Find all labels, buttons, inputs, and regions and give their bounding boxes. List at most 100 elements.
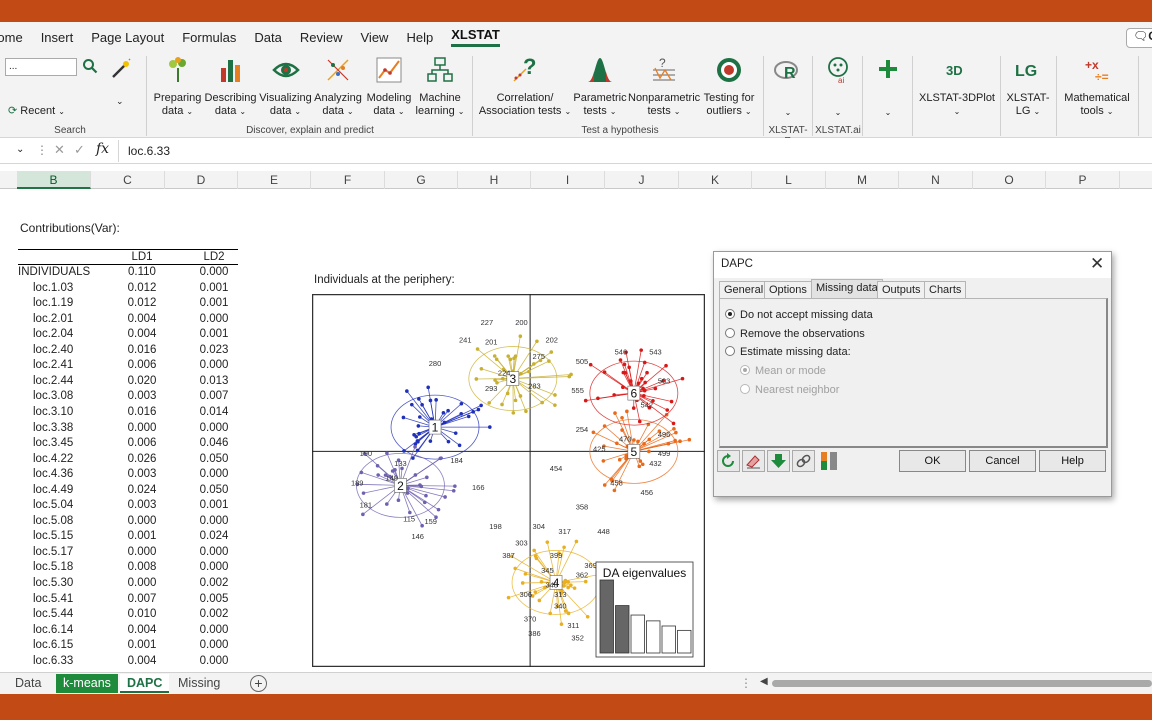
analyzing-data-button[interactable]: Analyzing data ⌄: [312, 56, 364, 118]
cancel-button[interactable]: Cancel: [969, 450, 1036, 472]
row-ld1-value: 0.020: [127, 374, 157, 387]
xlstat-r-button[interactable]: R ⌄: [770, 56, 806, 119]
menu-help[interactable]: Help: [406, 30, 433, 45]
menu-page-layout[interactable]: Page Layout: [91, 30, 164, 45]
recent-dropdown[interactable]: ⟳ Recent ⌄: [8, 104, 65, 117]
download-button[interactable]: [767, 450, 790, 472]
menu-formulas[interactable]: Formulas: [182, 30, 236, 45]
column-header-e[interactable]: E: [238, 171, 311, 189]
xlstat-lg-button[interactable]: LG XLSTAT- LG ⌄: [1004, 56, 1052, 118]
data-point: [591, 430, 596, 435]
visualizing-data-button[interactable]: Visualizing data ⌄: [258, 56, 313, 118]
menu-xlstat[interactable]: XLSTAT: [451, 27, 500, 47]
add-feature-button[interactable]: ⌄: [870, 56, 906, 119]
preparing-data-button[interactable]: Preparing data ⌄: [150, 56, 205, 118]
formula-input[interactable]: loc.6.33: [118, 140, 1152, 162]
nonparametric-tests-button[interactable]: ? Nonparametric tests ⌄: [628, 56, 700, 118]
menu-review[interactable]: Review: [300, 30, 343, 45]
testing-outliers-button[interactable]: Testing for outliers ⌄: [700, 56, 758, 118]
describing-data-label-2: data: [214, 105, 237, 117]
data-point: [476, 407, 481, 412]
xlstat-ai-button[interactable]: ai ⌄: [820, 56, 856, 119]
insert-function-icon[interactable]: fx: [96, 141, 109, 157]
dapc-scatter-chart[interactable]: 123456227 200241 201 202280275224293 2831901…: [312, 294, 705, 667]
scroll-left-icon[interactable]: ◀: [760, 676, 768, 687]
close-icon[interactable]: ✕: [1090, 254, 1104, 274]
menu-home[interactable]: Home: [0, 30, 23, 45]
tab-general[interactable]: General: [719, 281, 769, 299]
correlation-tests-button[interactable]: ? Correlation/ Association tests ⌄: [478, 54, 572, 118]
row-ld2-value: 0.007: [199, 390, 229, 403]
option-remove-observations[interactable]: Remove the observations: [725, 328, 865, 340]
column-header-n[interactable]: N: [899, 171, 973, 189]
link-button[interactable]: [792, 450, 815, 472]
confirm-formula-icon[interactable]: ✓: [74, 142, 85, 158]
point-label: 227: [481, 318, 494, 327]
name-box-dropdown-icon[interactable]: ⌄: [16, 144, 24, 155]
row-ld1-value: 0.004: [127, 623, 157, 636]
option-estimate-missing[interactable]: Estimate missing data:: [725, 346, 851, 358]
menu-insert[interactable]: Insert: [41, 30, 74, 45]
column-header-p[interactable]: P: [1046, 171, 1120, 189]
row-ld2-value: 0.023: [199, 343, 229, 356]
bar-chart-icon[interactable]: [818, 450, 844, 472]
machine-learning-button[interactable]: Machine learning ⌄: [414, 56, 466, 118]
sheet-tab-k-means[interactable]: k-means: [56, 674, 118, 693]
chevron-down-icon[interactable]: ⌄: [116, 96, 124, 107]
row-ld2-value: 0.000: [199, 545, 229, 558]
sheet-tab-dapc[interactable]: DAPC: [120, 674, 170, 693]
row-label: loc.1.19: [33, 297, 74, 310]
sheet-tab-data[interactable]: Data: [8, 674, 48, 693]
column-header-i[interactable]: I: [531, 171, 605, 189]
dialog-titlebar[interactable]: DAPC ✕: [714, 252, 1111, 278]
ok-button[interactable]: OK: [899, 450, 966, 472]
data-point: [512, 356, 516, 361]
column-header-b[interactable]: B: [17, 171, 91, 189]
row-ld2-value: 0.000: [199, 266, 229, 278]
xlstat-3dplot-button[interactable]: 3D XLSTAT-3DPlot ⌄: [918, 56, 996, 118]
data-point: [443, 495, 447, 499]
help-button[interactable]: Help: [1039, 450, 1106, 472]
cancel-formula-icon[interactable]: ✕: [54, 142, 65, 158]
magic-wand-icon[interactable]: [110, 58, 132, 80]
tab-charts[interactable]: Charts: [924, 281, 967, 299]
point-label: 340: [554, 602, 567, 611]
comments-button[interactable]: 🗨C: [1126, 28, 1152, 48]
column-header-m[interactable]: M: [826, 171, 899, 189]
search-icon[interactable]: [82, 58, 98, 74]
column-header-j[interactable]: J: [605, 171, 679, 189]
menu-view[interactable]: View: [361, 30, 389, 45]
table-row: loc.3.08 0.003 0.007: [16, 390, 238, 406]
add-sheet-icon[interactable]: +: [250, 675, 267, 692]
column-header-c[interactable]: C: [91, 171, 165, 189]
data-point: [413, 473, 418, 477]
parametric-tests-button[interactable]: Parametric tests ⌄: [572, 56, 628, 118]
row-ld1-value: 0.006: [127, 437, 157, 450]
reset-button[interactable]: [717, 450, 740, 472]
menu-data[interactable]: Data: [254, 30, 281, 45]
column-header-f[interactable]: F: [311, 171, 385, 189]
mathematical-tools-button[interactable]: +x ÷= Mathematical tools ⌄: [1060, 56, 1134, 118]
down-arrow-icon: [771, 454, 786, 468]
point-label: 503: [658, 376, 671, 385]
sheet-tab-missing[interactable]: Missing: [171, 674, 227, 693]
point-label: 198: [489, 522, 502, 531]
describing-data-button[interactable]: Describing data ⌄: [203, 56, 258, 118]
clear-button[interactable]: [742, 450, 765, 472]
option-do-not-accept[interactable]: Do not accept missing data: [725, 309, 873, 321]
column-header-d[interactable]: D: [165, 171, 238, 189]
tab-outputs[interactable]: Outputs: [877, 281, 926, 299]
tab-missing-data[interactable]: Missing data: [811, 279, 883, 299]
option-label: Nearest neighbor: [755, 384, 840, 396]
horizontal-scrollbar[interactable]: [772, 680, 1152, 687]
column-header-k[interactable]: K: [679, 171, 752, 189]
tab-options[interactable]: Options: [764, 281, 812, 299]
point-label: 275: [532, 352, 545, 361]
column-header-g[interactable]: G: [385, 171, 458, 189]
column-header-o[interactable]: O: [973, 171, 1046, 189]
search-input[interactable]: ...: [5, 58, 77, 76]
column-header-h[interactable]: H: [458, 171, 531, 189]
modeling-data-button[interactable]: Modeling data ⌄: [364, 56, 414, 118]
group-label-search: Search: [54, 125, 86, 136]
column-header-l[interactable]: L: [752, 171, 826, 189]
